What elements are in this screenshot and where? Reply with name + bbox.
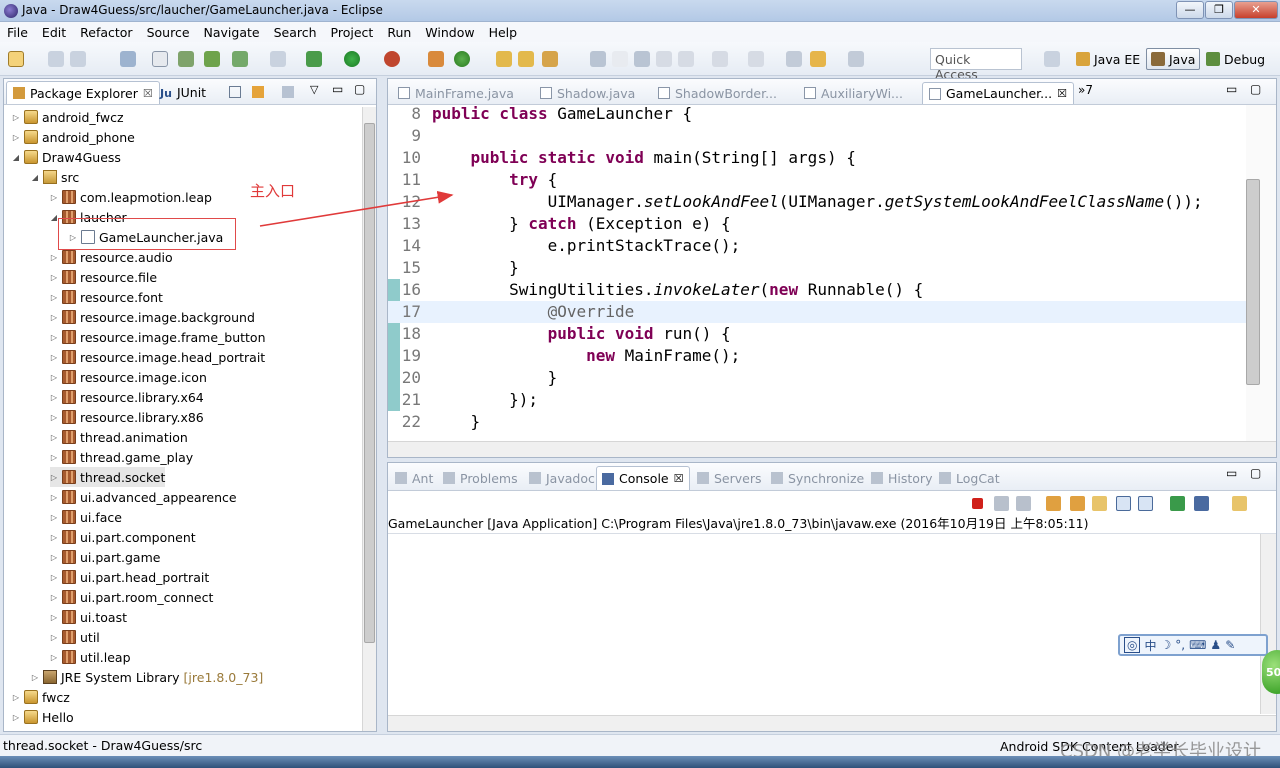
windows-taskbar — [0, 756, 1280, 768]
annotation-arrow — [259, 190, 454, 227]
status-selection: thread.socket - Draw4Guess/src — [3, 738, 203, 753]
